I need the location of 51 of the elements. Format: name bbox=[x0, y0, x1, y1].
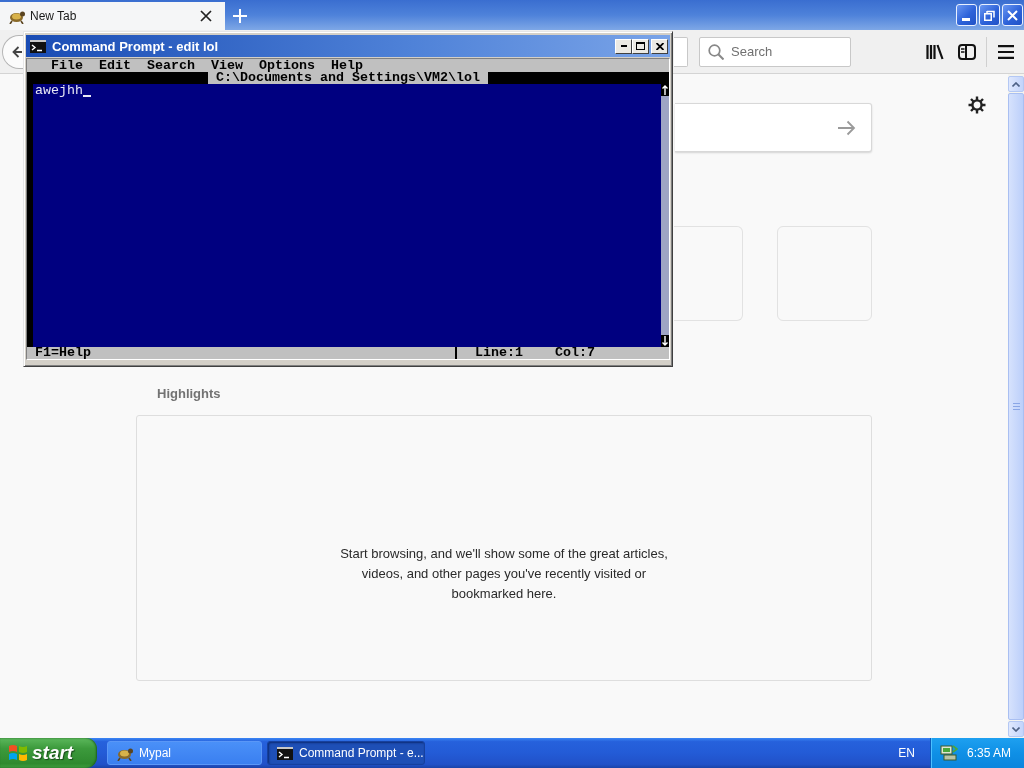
console-icon bbox=[30, 39, 46, 53]
arrow-right-icon[interactable] bbox=[838, 119, 856, 136]
minimize-icon bbox=[620, 45, 627, 47]
back-arrow-icon bbox=[12, 45, 22, 58]
menu-icon[interactable] bbox=[998, 44, 1014, 59]
scroll-up-icon bbox=[1012, 81, 1020, 87]
taskbar-button[interactable]: Mypal bbox=[107, 741, 262, 765]
browser-tab[interactable]: New Tab bbox=[0, 2, 225, 30]
plus-icon[interactable] bbox=[233, 9, 247, 23]
sidebar-icon[interactable] bbox=[958, 43, 976, 60]
help-hint: F1=Help bbox=[35, 345, 91, 360]
close-icon[interactable] bbox=[200, 10, 212, 22]
empty-state-message: Start browsing, and we'll show some of the great articles, videos, and other pages you've recently visited or bookmarked here. bbox=[339, 545, 669, 603]
file-path: C:\Documents and Settings\VM2\lol bbox=[208, 72, 488, 84]
menu-item[interactable]: View bbox=[203, 60, 251, 72]
scroll-down-icon bbox=[1012, 726, 1020, 732]
line-indicator: Line:1 bbox=[475, 347, 523, 359]
menu-item[interactable]: Help bbox=[323, 60, 371, 72]
language-indicator[interactable]: EN bbox=[898, 746, 915, 760]
back-button[interactable] bbox=[2, 34, 23, 69]
restore-icon bbox=[984, 9, 995, 21]
settings-icon[interactable] bbox=[968, 96, 986, 114]
menu-item[interactable]: Edit bbox=[91, 60, 139, 72]
maximize-icon bbox=[636, 42, 645, 50]
close-icon bbox=[1007, 9, 1018, 21]
maximize-button[interactable] bbox=[632, 38, 649, 54]
minimize-icon bbox=[962, 18, 970, 21]
taskbar-button[interactable]: Command Prompt - e... bbox=[267, 741, 425, 765]
column-indicator: Col:7 bbox=[555, 347, 595, 359]
search-icon bbox=[708, 43, 724, 60]
address-field[interactable] bbox=[674, 36, 688, 67]
close-icon bbox=[655, 42, 664, 50]
scroll-up-button[interactable] bbox=[1008, 76, 1024, 92]
library-icon[interactable] bbox=[926, 43, 944, 60]
computer-icon[interactable] bbox=[940, 745, 958, 761]
cursor-icon bbox=[83, 95, 91, 97]
scroll-down-arrow-icon[interactable] bbox=[662, 336, 668, 346]
section-heading: Highlights bbox=[157, 386, 221, 402]
restore-button[interactable] bbox=[979, 4, 1000, 26]
scroll-down-button[interactable] bbox=[1008, 721, 1024, 737]
windows-logo-icon bbox=[8, 743, 28, 763]
menu-item[interactable]: Options bbox=[251, 60, 323, 72]
search-field[interactable]: Search bbox=[699, 36, 851, 67]
menu-item[interactable]: Search bbox=[139, 60, 203, 72]
close-button[interactable] bbox=[1002, 4, 1023, 26]
start-button[interactable]: start bbox=[0, 738, 97, 768]
minimize-button[interactable] bbox=[956, 4, 977, 26]
scroll-up-arrow-icon[interactable] bbox=[662, 85, 668, 95]
menu-item[interactable]: File bbox=[43, 60, 91, 72]
console-icon bbox=[277, 746, 293, 760]
window-title: Command Prompt - edit lol bbox=[52, 38, 220, 54]
